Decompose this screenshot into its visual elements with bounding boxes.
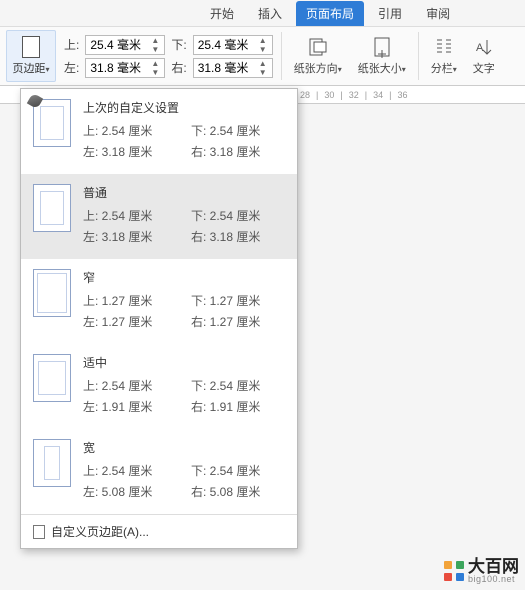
- orientation-icon: [307, 36, 329, 58]
- tab-bar: 开始 插入 页面布局 引用 审阅: [0, 0, 525, 26]
- preset-wide[interactable]: 宽 上: 2.54 厘米下: 2.54 厘米 左: 5.08 厘米右: 5.08…: [21, 429, 297, 514]
- columns-icon: [433, 36, 455, 58]
- watermark-icon: [444, 561, 464, 581]
- left-label: 左:: [64, 59, 79, 76]
- right-input[interactable]: [194, 61, 256, 75]
- custom-margins[interactable]: 自定义页边距(A)...: [21, 514, 297, 548]
- margin-spinners: 上: ▲▼ 下: ▲▼ 左: ▲▼ 右: ▲▼: [64, 35, 273, 78]
- watermark: 大百网 big100.net: [444, 558, 519, 584]
- top-spinner[interactable]: ▲▼: [85, 35, 165, 55]
- preset-moderate[interactable]: 适中 上: 2.54 厘米下: 2.54 厘米 左: 1.91 厘米右: 1.9…: [21, 344, 297, 429]
- bottom-spinner[interactable]: ▲▼: [193, 35, 273, 55]
- preset-wide-icon: [33, 439, 71, 487]
- tab-insert[interactable]: 插入: [248, 1, 292, 26]
- bottom-label: 下:: [171, 36, 186, 53]
- right-spinner[interactable]: ▲▼: [193, 58, 273, 78]
- left-spinner[interactable]: ▲▼: [85, 58, 165, 78]
- margins-button[interactable]: 页边距▾: [6, 30, 56, 82]
- preset-moderate-icon: [33, 354, 71, 402]
- margins-icon: [22, 36, 40, 58]
- preset-normal[interactable]: 普通 上: 2.54 厘米下: 2.54 厘米 左: 3.18 厘米右: 3.1…: [21, 174, 297, 259]
- size-button[interactable]: 纸张大小▾: [354, 34, 410, 78]
- tab-start[interactable]: 开始: [200, 1, 244, 26]
- margins-dropdown: 上次的自定义设置 上: 2.54 厘米下: 2.54 厘米 左: 3.18 厘米…: [20, 88, 298, 549]
- tab-review[interactable]: 审阅: [416, 1, 460, 26]
- preset-narrow-icon: [33, 269, 71, 317]
- preset-normal-icon: [33, 184, 71, 232]
- preset-name: 适中: [83, 354, 285, 371]
- textdir-icon: A: [473, 36, 495, 58]
- custom-margins-icon: [33, 525, 45, 539]
- textdir-button[interactable]: A 文字: [469, 34, 499, 78]
- top-label: 上:: [64, 36, 79, 53]
- orientation-button[interactable]: 纸张方向▾: [290, 34, 346, 78]
- svg-text:A: A: [476, 42, 484, 54]
- top-input[interactable]: [86, 38, 148, 52]
- preset-last-icon: [33, 99, 71, 147]
- tab-reference[interactable]: 引用: [368, 1, 412, 26]
- ribbon: 页边距▾ 上: ▲▼ 下: ▲▼ 左: ▲▼ 右: ▲▼ 纸张方向▾ 纸张大小▾…: [0, 26, 525, 86]
- watermark-url: big100.net: [468, 575, 519, 584]
- watermark-text: 大百网: [468, 558, 519, 575]
- preset-name: 上次的自定义设置: [83, 99, 285, 116]
- size-icon: [371, 36, 393, 58]
- preset-last[interactable]: 上次的自定义设置 上: 2.54 厘米下: 2.54 厘米 左: 3.18 厘米…: [21, 89, 297, 174]
- separator: [418, 32, 419, 80]
- right-label: 右:: [171, 59, 186, 76]
- bottom-input[interactable]: [194, 38, 256, 52]
- columns-button[interactable]: 分栏▾: [427, 34, 461, 78]
- preset-name: 窄: [83, 269, 285, 286]
- separator: [281, 32, 282, 80]
- preset-name: 普通: [83, 184, 285, 201]
- left-input[interactable]: [86, 61, 148, 75]
- tab-layout[interactable]: 页面布局: [296, 1, 364, 26]
- preset-narrow[interactable]: 窄 上: 1.27 厘米下: 1.27 厘米 左: 1.27 厘米右: 1.27…: [21, 259, 297, 344]
- preset-name: 宽: [83, 439, 285, 456]
